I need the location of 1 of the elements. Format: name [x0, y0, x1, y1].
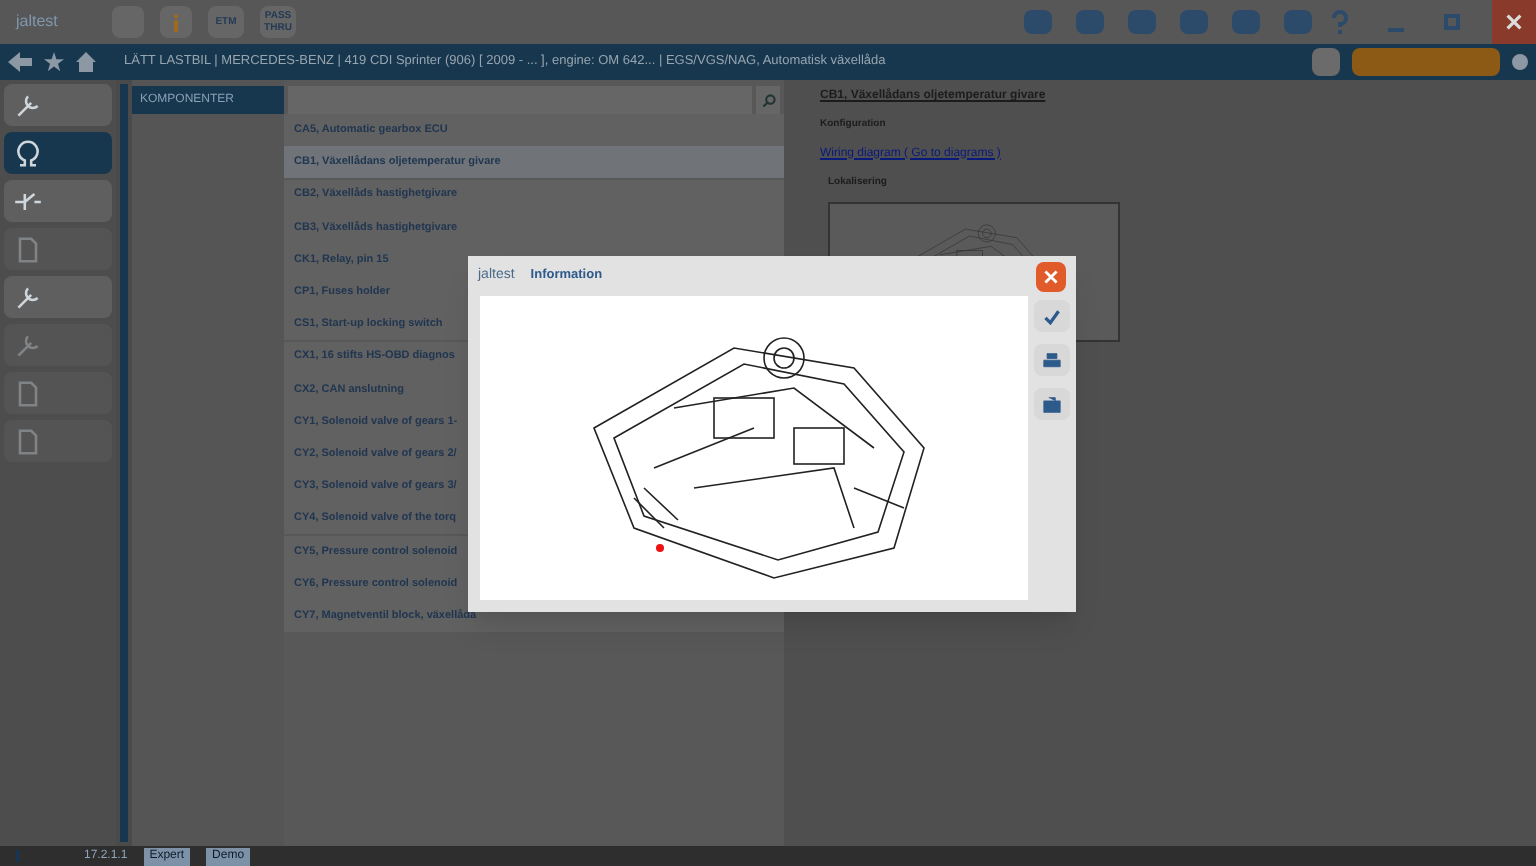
- logo: jaltest: [16, 10, 60, 34]
